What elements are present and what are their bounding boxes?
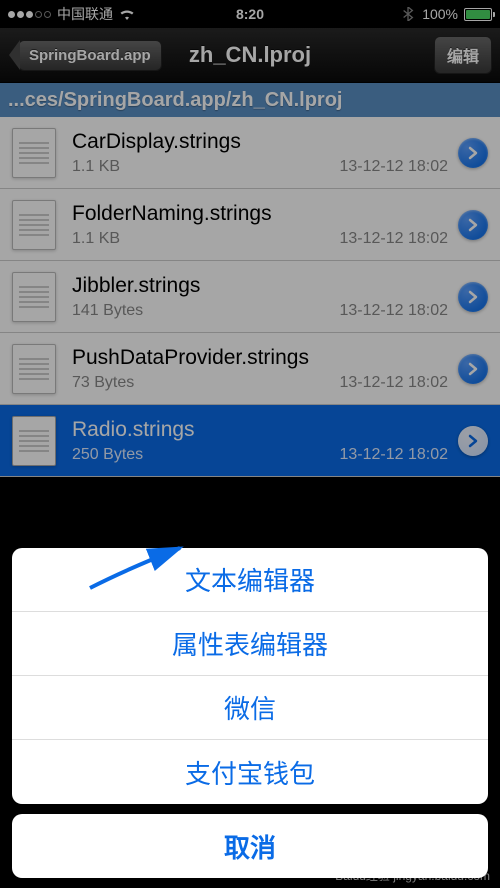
file-row[interactable]: CarDisplay.strings 1.1 KB 13-12-12 18:02 <box>0 117 500 189</box>
file-size: 250 Bytes <box>72 446 143 464</box>
file-info: PushDataProvider.strings 73 Bytes 13-12-… <box>72 346 448 392</box>
status-time: 8:20 <box>236 6 264 22</box>
carrier-label: 中国联通 <box>57 4 113 24</box>
file-size: 141 Bytes <box>72 302 143 320</box>
action-option-button[interactable]: 微信 <box>12 676 488 740</box>
file-name: FolderNaming.strings <box>72 202 448 226</box>
battery-icon <box>464 8 492 21</box>
detail-button[interactable] <box>458 210 488 240</box>
status-bar: 中国联通 8:20 100% <box>0 0 500 28</box>
file-row[interactable]: FolderNaming.strings 1.1 KB 13-12-12 18:… <box>0 189 500 261</box>
file-row[interactable]: Jibbler.strings 141 Bytes 13-12-12 18:02 <box>0 261 500 333</box>
file-date: 13-12-12 18:02 <box>339 302 448 320</box>
file-meta: 141 Bytes 13-12-12 18:02 <box>72 302 448 320</box>
action-sheet-options: 文本编辑器属性表编辑器微信支付宝钱包 <box>12 548 488 804</box>
path-bar: ...ces/SpringBoard.app/zh_CN.lproj <box>0 83 500 117</box>
wifi-icon <box>119 7 135 21</box>
file-icon <box>12 344 56 394</box>
battery-percent: 100% <box>422 6 458 22</box>
signal-icon <box>8 11 51 18</box>
file-info: Jibbler.strings 141 Bytes 13-12-12 18:02 <box>72 274 448 320</box>
file-icon <box>12 272 56 322</box>
file-meta: 73 Bytes 13-12-12 18:02 <box>72 374 448 392</box>
file-name: PushDataProvider.strings <box>72 346 448 370</box>
back-button[interactable]: SpringBoard.app <box>18 40 162 71</box>
action-option-button[interactable]: 支付宝钱包 <box>12 740 488 804</box>
detail-button[interactable] <box>458 282 488 312</box>
watermark: Baidu经验 jingyan.baidu.com <box>335 867 490 884</box>
file-icon <box>12 128 56 178</box>
action-option-button[interactable]: 属性表编辑器 <box>12 612 488 676</box>
file-size: 73 Bytes <box>72 374 134 392</box>
file-info: CarDisplay.strings 1.1 KB 13-12-12 18:02 <box>72 130 448 176</box>
file-row[interactable]: Radio.strings 250 Bytes 13-12-12 18:02 <box>0 405 500 477</box>
file-icon <box>12 200 56 250</box>
file-name: CarDisplay.strings <box>72 130 448 154</box>
file-name: Radio.strings <box>72 418 448 442</box>
file-date: 13-12-12 18:02 <box>339 446 448 464</box>
bluetooth-icon <box>400 7 416 21</box>
file-info: Radio.strings 250 Bytes 13-12-12 18:02 <box>72 418 448 464</box>
file-info: FolderNaming.strings 1.1 KB 13-12-12 18:… <box>72 202 448 248</box>
file-icon <box>12 416 56 466</box>
file-meta: 1.1 KB 13-12-12 18:02 <box>72 230 448 248</box>
file-date: 13-12-12 18:02 <box>339 230 448 248</box>
action-option-button[interactable]: 文本编辑器 <box>12 548 488 612</box>
status-right: 100% <box>400 6 492 22</box>
nav-bar: SpringBoard.app zh_CN.lproj 编辑 <box>0 28 500 83</box>
action-sheet: 文本编辑器属性表编辑器微信支付宝钱包 取消 <box>12 548 488 878</box>
status-left: 中国联通 <box>8 4 135 24</box>
file-meta: 250 Bytes 13-12-12 18:02 <box>72 446 448 464</box>
file-date: 13-12-12 18:02 <box>339 158 448 176</box>
file-list: CarDisplay.strings 1.1 KB 13-12-12 18:02… <box>0 117 500 477</box>
file-row[interactable]: PushDataProvider.strings 73 Bytes 13-12-… <box>0 333 500 405</box>
file-size: 1.1 KB <box>72 158 120 176</box>
file-meta: 1.1 KB 13-12-12 18:02 <box>72 158 448 176</box>
file-size: 1.1 KB <box>72 230 120 248</box>
file-name: Jibbler.strings <box>72 274 448 298</box>
edit-button[interactable]: 编辑 <box>434 36 492 74</box>
file-date: 13-12-12 18:02 <box>339 374 448 392</box>
detail-button[interactable] <box>458 354 488 384</box>
nav-title: zh_CN.lproj <box>189 42 311 68</box>
detail-button[interactable] <box>458 426 488 456</box>
detail-button[interactable] <box>458 138 488 168</box>
